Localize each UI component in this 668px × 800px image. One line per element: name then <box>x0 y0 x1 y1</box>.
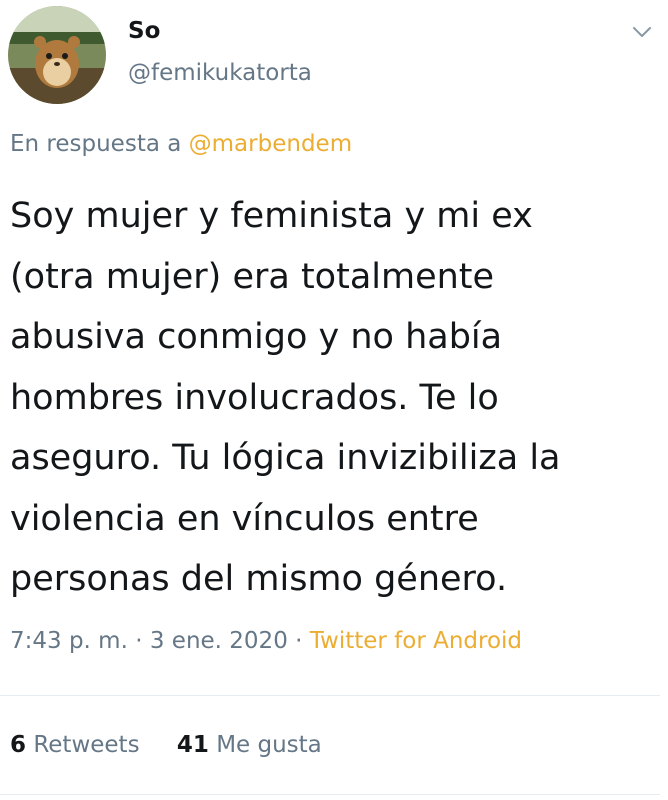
divider <box>0 794 660 795</box>
retweets-count: 6 <box>10 732 27 758</box>
avatar[interactable] <box>8 6 106 104</box>
tweet-text-line: violencia en vínculos entre <box>10 498 479 539</box>
tweet-text-line: personas del mismo género. <box>10 559 508 599</box>
display-name[interactable]: So <box>128 18 160 44</box>
tweet-time[interactable]: 7:43 p. m. <box>10 628 128 654</box>
tweet-text-line: aseguro. Tu lógica invizibiliza la <box>10 438 561 478</box>
tweet-text: Soy mujer y feminista y mi ex (otra muje… <box>10 186 660 610</box>
tweet-text-line: abusiva conmigo y no había <box>10 317 503 357</box>
chevron-down-icon <box>633 27 651 37</box>
tweet-text-line: hombres involucrados. Te lo <box>10 377 499 418</box>
likes-count: 41 <box>176 732 209 758</box>
tweet-source-link[interactable]: Twitter for Android <box>310 628 522 654</box>
likes-label: Me gusta <box>216 732 322 758</box>
divider <box>0 695 660 696</box>
reply-prefix: En respuesta a <box>10 131 182 157</box>
reply-context: En respuesta a @marbendem <box>10 131 352 157</box>
meta-separator: · <box>135 628 143 654</box>
tweet-meta: 7:43 p. m. · 3 ene. 2020 · Twitter for A… <box>10 628 522 654</box>
tweet-date[interactable]: 3 ene. 2020 <box>150 628 288 654</box>
retweets-label: Retweets <box>33 732 140 758</box>
tweet-text-line: Soy mujer y feminista y mi ex <box>10 196 533 236</box>
more-options-button[interactable] <box>630 20 654 44</box>
user-handle[interactable]: @femikukatorta <box>128 60 312 86</box>
tweet-card: So @femikukatorta En respuesta a @marben… <box>0 0 668 800</box>
hamster-avatar-icon <box>8 6 106 104</box>
retweets-stat[interactable]: 6 Retweets <box>10 732 147 758</box>
meta-separator: · <box>295 628 303 654</box>
reply-mention-link[interactable]: @marbendem <box>189 131 352 157</box>
tweet-stats: 6 Retweets 41 Me gusta <box>10 732 322 758</box>
tweet-text-line: (otra mujer) era totalmente <box>10 256 495 297</box>
likes-stat[interactable]: 41 Me gusta <box>177 732 322 758</box>
